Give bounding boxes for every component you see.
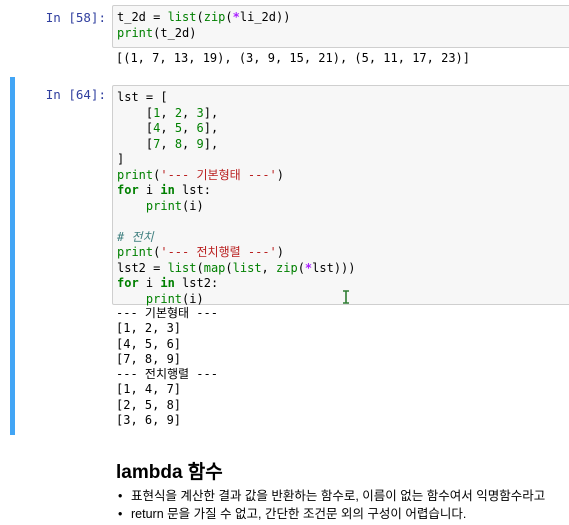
code-token: [ [117, 136, 154, 151]
code-token: for [117, 276, 139, 290]
code-token: , [160, 121, 175, 135]
code-token: lst))) [312, 260, 356, 275]
code-token: ( [225, 260, 233, 275]
markdown-cell[interactable]: lambda 함수 표현식을 계산한 결과 값을 반환하는 함수로, 이름이 없… [0, 440, 569, 525]
code-token: li_2d)) [239, 10, 291, 24]
code-token: 2 [174, 105, 183, 120]
code-cell-64[interactable]: In [64]: lst = [ [1, 2, 3], [4, 5, 6], [… [0, 77, 569, 435]
code-line: print(t_2d) [117, 26, 569, 42]
code-token: t_2d = [117, 10, 168, 24]
text-cursor-icon [343, 290, 349, 304]
code-token: ( [297, 260, 305, 275]
code-token: list [167, 260, 197, 275]
code-line: print(i) [117, 199, 569, 215]
output-line: --- 기본형태 --- [116, 306, 218, 320]
code-line: for i in lst: [117, 183, 569, 199]
output-line: --- 전치행렬 --- [116, 367, 218, 382]
code-token: , [182, 121, 197, 135]
code-token: zip [276, 260, 298, 275]
code-token: print [117, 25, 154, 40]
output-line: [4, 5, 6] [116, 336, 182, 351]
code-token: lst: [174, 183, 211, 197]
code-token: 6 [196, 121, 204, 135]
code-token: ], [203, 121, 219, 135]
code-token: ( [196, 260, 204, 275]
code-token: 8 [174, 136, 183, 151]
code-token: , [261, 260, 276, 275]
code-token: '--- 기본형태 ---' [160, 167, 277, 182]
code-token: map [203, 260, 226, 275]
code-token: , [182, 136, 197, 151]
code-token: [ [117, 121, 154, 135]
cell-output: [(1, 7, 13, 19), (3, 9, 15, 21), (5, 11,… [116, 51, 471, 65]
code-token: print [145, 198, 183, 213]
code-token: zip [203, 10, 226, 24]
code-token: , [160, 105, 175, 120]
code-token: '--- 전치행렬 ---' [160, 245, 277, 259]
code-token: print [117, 167, 154, 182]
code-token: ) [276, 167, 285, 182]
code-cell-58[interactable]: In [58]: t_2d = list(zip(*li_2d)) print(t… [0, 0, 569, 70]
markdown-bullet-list: 표현식을 계산한 결과 값을 반환하는 함수로, 이름이 없는 함수여서 익명함… [116, 487, 545, 523]
code-line: # 전치 [117, 230, 569, 246]
code-token: [ [117, 105, 154, 120]
code-line: [7, 8, 9], [117, 137, 569, 153]
code-token: # 전치 [117, 229, 154, 244]
code-token: * [232, 10, 240, 24]
code-token: ], [203, 136, 219, 151]
code-token: ], [203, 105, 219, 120]
code-line: ] [117, 152, 569, 168]
code-token: (i) [182, 291, 204, 306]
code-token: list [167, 10, 197, 24]
code-token: , [160, 136, 175, 151]
code-token: in [160, 276, 175, 290]
markdown-bullet-item: return 문을 가질 수 없고, 간단한 조건문 외의 구성이 어렵습니다. [116, 505, 545, 523]
code-editor[interactable]: t_2d = list(zip(*li_2d)) print(t_2d) [112, 5, 569, 48]
output-line: [3, 6, 9] [116, 413, 182, 428]
code-token: 3 [196, 105, 204, 120]
code-token: for [117, 183, 139, 197]
code-line: lst2 = list(map(list, zip(*lst))) [117, 261, 569, 277]
code-token: (t_2d) [153, 25, 197, 40]
code-token: lst2 = [117, 260, 168, 275]
code-token: print [117, 245, 154, 259]
code-token: list [232, 260, 262, 275]
code-token: in [160, 183, 175, 197]
code-token: i [138, 183, 161, 197]
code-token: ( [196, 10, 204, 24]
code-line: [4, 5, 6], [117, 121, 569, 137]
markdown-heading: lambda 함수 [116, 462, 223, 483]
cell-prompt: In [64]: [45, 87, 106, 102]
code-line: lst = [ [117, 90, 569, 106]
code-token: (i) [182, 198, 204, 213]
code-line: print('--- 전치행렬 ---') [117, 245, 569, 261]
code-token: , [182, 105, 197, 120]
output-line: [1, 2, 3] [116, 321, 182, 336]
cell-prompt: In [58]: [45, 10, 106, 25]
code-line: print('--- 기본형태 ---') [117, 168, 569, 184]
code-token: i [138, 276, 161, 290]
output-line: [1, 4, 7] [116, 382, 182, 397]
output-line: [7, 8, 9] [116, 351, 182, 366]
cell-output: --- 기본형태 --- [1, 2, 3] [4, 5, 6] [7, 8, 9] -… [116, 306, 218, 428]
output-line: [2, 5, 8] [116, 397, 182, 412]
code-line: t_2d = list(zip(*li_2d)) [117, 10, 569, 26]
code-token: ) [276, 245, 285, 259]
code-token: print [145, 291, 183, 306]
code-editor[interactable]: lst = [ [1, 2, 3], [4, 5, 6], [7, 8, 9],… [112, 85, 569, 306]
code-token: ] [117, 152, 125, 166]
code-token: 5 [174, 121, 183, 135]
code-token: lst2: [174, 276, 219, 290]
code-token: ( [225, 10, 233, 24]
code-line: [1, 2, 3], [117, 106, 569, 122]
code-token: lst = [ [117, 90, 168, 104]
markdown-bullet-item: 표현식을 계산한 결과 값을 반환하는 함수로, 이름이 없는 함수여서 익명함… [116, 487, 545, 505]
code-token: 9 [196, 136, 204, 151]
